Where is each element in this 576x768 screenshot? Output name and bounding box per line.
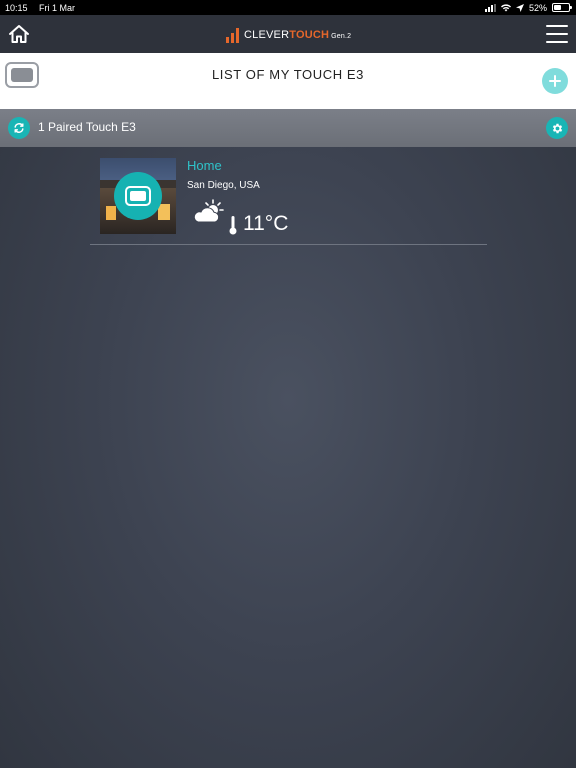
wifi-icon: [500, 3, 511, 11]
device-thumbnail: [100, 158, 176, 234]
device-badge-icon: [114, 172, 162, 220]
device-name: Home: [187, 158, 222, 173]
brand-touch: TOUCH: [289, 29, 330, 41]
cellular-signal-icon: [484, 3, 496, 12]
clevertouch-logo: CLEVERTOUCH Gen.2: [226, 26, 351, 44]
paired-devices-bar: 1 Paired Touch E3: [0, 109, 576, 147]
thermometer-icon: [229, 216, 237, 235]
status-date: Fri 1 Mar: [39, 2, 76, 13]
refresh-icon: [14, 123, 24, 133]
paired-count-label: 1 Paired Touch E3: [38, 120, 136, 134]
device-card[interactable]: Home San Diego, USA 11°C: [90, 153, 487, 245]
status-bar: 10:15 Fri 1 Mar 52%: [0, 0, 576, 15]
add-device-button[interactable]: [542, 68, 568, 94]
location-arrow-icon: [515, 3, 524, 12]
app-header: CLEVERTOUCH Gen.2: [0, 15, 576, 53]
battery-fill: [554, 5, 562, 10]
title-bar: LIST OF MY TOUCH E3: [0, 53, 576, 109]
refresh-button[interactable]: [8, 117, 30, 139]
temperature-value: 11°C: [243, 212, 289, 235]
hamburger-menu-icon[interactable]: [546, 25, 568, 43]
battery-percent: 52%: [528, 2, 547, 13]
partly-cloudy-icon: [193, 199, 224, 223]
logo-bars-icon: [226, 27, 239, 43]
settings-button[interactable]: [546, 117, 568, 139]
logo-text: CLEVERTOUCH Gen.2: [244, 29, 351, 41]
brand-gen: Gen.2: [331, 33, 352, 40]
brand-clever: CLEVER: [244, 29, 290, 41]
status-right: 52%: [484, 2, 572, 13]
status-time: 10:15: [5, 2, 28, 13]
battery-icon: [552, 3, 572, 12]
page-title: LIST OF MY TOUCH E3: [211, 67, 365, 82]
gear-icon: [552, 123, 562, 133]
home-icon[interactable]: [8, 23, 30, 45]
device-location: San Diego, USA: [187, 180, 260, 191]
plus-icon: [549, 75, 561, 87]
status-left: 10:15 Fri 1 Mar: [5, 3, 84, 13]
card-divider: [90, 244, 487, 245]
